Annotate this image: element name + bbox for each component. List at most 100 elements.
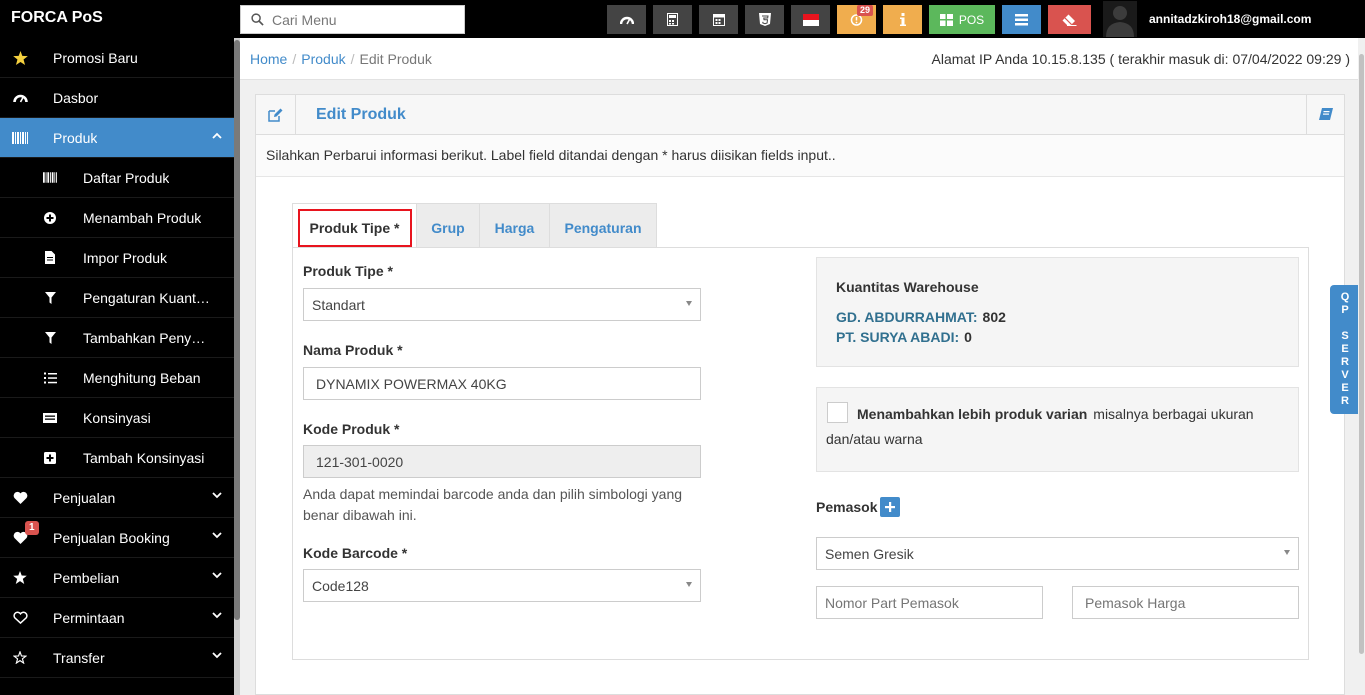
add-supplier-button[interactable]: [880, 497, 900, 517]
plus-icon: [885, 502, 895, 512]
chevron-down-icon: [212, 572, 222, 579]
user-menu[interactable]: annitadzkiroh18@gmail.com: [1103, 0, 1311, 38]
chevron-down-icon: [212, 492, 222, 499]
filter-icon: [44, 291, 56, 304]
sidebar-item-penjualan[interactable]: Penjualan: [0, 478, 234, 518]
filter-icon: [44, 331, 56, 344]
dashboard-button[interactable]: [607, 5, 646, 34]
page-scrollbar[interactable]: [1358, 38, 1365, 695]
list-button[interactable]: [1002, 5, 1041, 34]
supplier-part-number-input[interactable]: [816, 586, 1043, 619]
nama-produk-label: Nama Produk *: [303, 342, 403, 358]
guide-button[interactable]: [1306, 95, 1344, 134]
plus-square-icon: [44, 451, 56, 464]
sidebar-item-permintaan[interactable]: Permintaan: [0, 598, 234, 638]
top-bar: FORCA PoS 29 POS annitadzkiroh18@gmail.c…: [0, 0, 1365, 38]
sidebar-item-pengaturan-kuantitas[interactable]: Pengaturan Kuantitas: [0, 278, 234, 318]
pemasok-select[interactable]: Semen Gresik: [816, 537, 1299, 570]
edit-product-panel: Edit Produk Silahkan Perbarui informasi …: [255, 94, 1345, 695]
pemasok-label: Pemasok: [816, 499, 878, 515]
dashboard-icon: [12, 94, 28, 102]
pos-button[interactable]: POS: [929, 5, 995, 34]
sidebar-item-tambahkan-penyesuaian[interactable]: Tambahkan Penyesuaian: [0, 318, 234, 358]
breadcrumb-produk[interactable]: Produk: [301, 51, 345, 67]
file-icon: [45, 251, 55, 264]
breadcrumb-current: Edit Produk: [359, 51, 432, 67]
calendar-button[interactable]: [699, 5, 738, 34]
edit-icon: [268, 108, 283, 122]
heart-icon: [13, 491, 27, 504]
qp-server-label: QP SERVER: [1339, 291, 1351, 408]
tab-pengaturan[interactable]: Pengaturan: [549, 203, 657, 248]
search-input[interactable]: [272, 11, 452, 28]
sidebar-item-promosi-baru[interactable]: Promosi Baru: [0, 38, 234, 78]
warehouse-row: GD. ABDURRAHMAT: 802: [836, 309, 1006, 325]
plus-circle-icon: [44, 211, 56, 224]
avatar: [1103, 1, 1137, 37]
produk-tipe-label: Produk Tipe *: [303, 263, 393, 279]
kode-produk-label: Kode Produk *: [303, 421, 400, 437]
booking-count-badge: 1: [25, 521, 39, 535]
panel-title: Edit Produk: [316, 106, 406, 123]
heart-outline-icon: [12, 611, 28, 624]
calculator-button[interactable]: [653, 5, 692, 34]
tab-produk-tipe[interactable]: Produk Tipe *: [292, 203, 416, 248]
chevron-down-icon: [212, 532, 222, 539]
card-icon: [43, 412, 57, 423]
kode-barcode-label: Kode Barcode *: [303, 545, 408, 561]
sidebar-item-produk[interactable]: Produk: [0, 118, 234, 158]
list-icon: [1015, 13, 1028, 25]
nama-produk-input[interactable]: DYNAMIX POWERMAX 40KG: [303, 367, 701, 400]
sidebar-item-penjualan-booking[interactable]: 1 Penjualan Booking: [0, 518, 234, 558]
page-scrollbar-thumb[interactable]: [1359, 54, 1364, 654]
language-button[interactable]: [791, 5, 830, 34]
breadcrumb-home[interactable]: Home: [250, 51, 287, 67]
sidebar-item-konsinyasi[interactable]: Konsinyasi: [0, 398, 234, 438]
eraser-icon: [1062, 14, 1077, 26]
kode-barcode-select[interactable]: Code128: [303, 569, 701, 602]
tab-pane-produk-tipe: Produk Tipe * Standart Nama Produk * DYN…: [292, 247, 1309, 660]
pos-grid-icon: [939, 13, 953, 26]
brand-logo[interactable]: FORCA PoS: [11, 9, 103, 27]
indonesia-flag-icon: [802, 13, 819, 26]
product-tabs: Produk Tipe * Grup Harga Pengaturan: [292, 203, 657, 248]
produk-tipe-select[interactable]: Standart: [303, 288, 701, 321]
alerts-button[interactable]: 29: [837, 5, 876, 34]
chevron-up-icon: [212, 132, 222, 139]
tab-harga[interactable]: Harga: [479, 203, 549, 248]
search-box[interactable]: [240, 5, 465, 34]
supplier-price-input[interactable]: [1072, 586, 1299, 619]
main-content: Home / Produk / Edit Produk Alamat IP Anda 1…: [240, 38, 1358, 695]
clear-button[interactable]: [1048, 5, 1091, 34]
tab-highlight-box: [298, 209, 412, 247]
dashboard-icon: [619, 16, 634, 24]
kode-produk-input[interactable]: 121-301-0020: [303, 445, 701, 478]
sidebar-item-daftar-produk[interactable]: Daftar Produk: [0, 158, 234, 198]
alerts-count-badge: 29: [857, 5, 874, 16]
kode-produk-help-text: Anda dapat memindai barcode anda dan pil…: [303, 486, 683, 523]
info-button[interactable]: [883, 5, 922, 34]
sidebar-item-tambah-konsinyasi[interactable]: Tambah Konsinyasi: [0, 438, 234, 478]
variant-option-text: Menambahkan lebih produk varian misalnya …: [826, 406, 1254, 447]
star-icon: [12, 50, 28, 65]
sidebar-item-impor-produk[interactable]: Impor Produk: [0, 238, 234, 278]
sidebar-item-menghitung-beban[interactable]: Menghitung Beban: [0, 358, 234, 398]
variant-option-box: Menambahkan lebih produk varian misalnya …: [816, 387, 1299, 472]
sidebar: Promosi Baru Dasbor Produk Daftar Produk…: [0, 38, 234, 695]
warehouse-row: PT. SURYA ABADI: 0: [836, 329, 972, 345]
sidebar-item-dasbor[interactable]: Dasbor: [0, 78, 234, 118]
star-icon: [13, 571, 27, 584]
qp-server-side-tab[interactable]: QP SERVER: [1330, 285, 1360, 414]
dropdown-arrow-icon: [1284, 550, 1290, 555]
dropdown-arrow-icon: [686, 301, 692, 306]
sidebar-item-pembelian[interactable]: Pembelian: [0, 558, 234, 598]
breadcrumb: Home / Produk / Edit Produk: [250, 51, 432, 67]
breadcrumb-bar: Home / Produk / Edit Produk Alamat IP Anda 1…: [240, 38, 1358, 80]
barcode-icon: [12, 131, 28, 144]
sidebar-item-transfer[interactable]: Transfer: [0, 638, 234, 678]
sidebar-item-menambah-produk[interactable]: Menambah Produk: [0, 198, 234, 238]
chevron-down-icon: [212, 652, 222, 659]
tab-grup[interactable]: Grup: [416, 203, 479, 248]
chevron-down-icon: [212, 612, 222, 619]
html5-button[interactable]: [745, 5, 784, 34]
